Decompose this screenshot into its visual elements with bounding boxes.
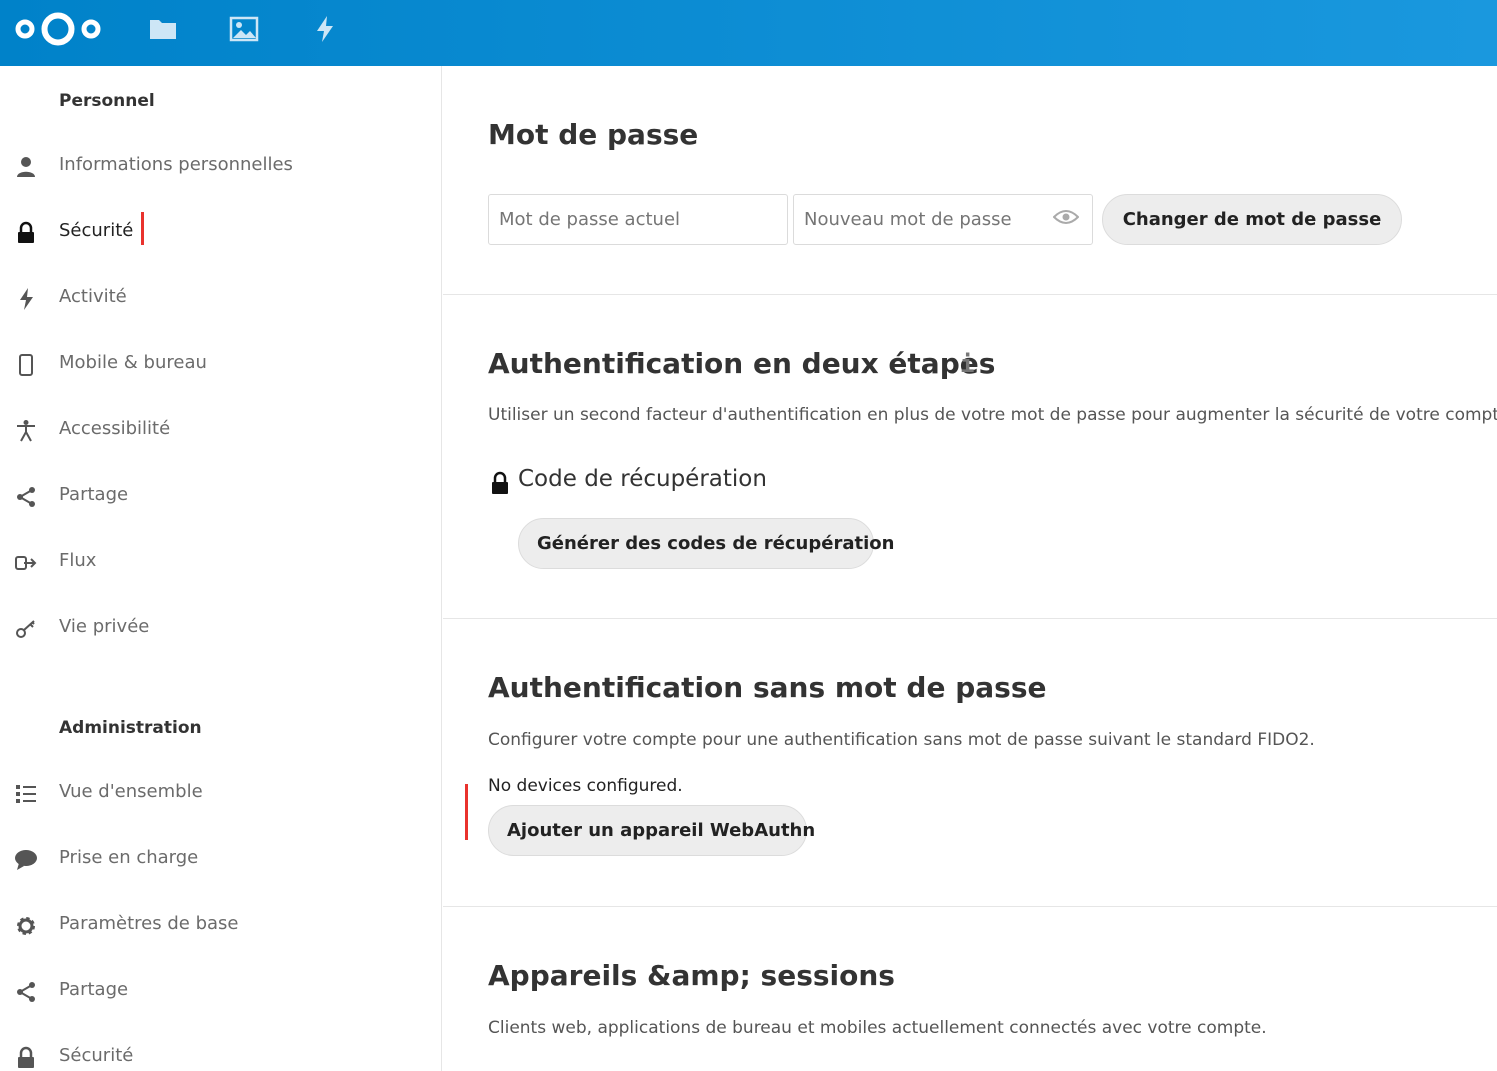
current-password-input[interactable] <box>488 194 788 245</box>
sidebar-item-flux[interactable]: Flux <box>0 538 441 588</box>
password-title: Mot de passe <box>488 118 699 151</box>
sidebar-item-label: Sécurité <box>59 220 134 241</box>
lock-icon <box>14 221 38 245</box>
phone-icon <box>14 353 38 377</box>
sidebar-item-label: Activité <box>59 286 127 307</box>
top-header <box>0 0 1497 66</box>
sidebar-item-accessibility[interactable]: Accessibilité <box>0 406 441 456</box>
sidebar-item-privacy[interactable]: Vie privée <box>0 604 441 654</box>
admin-heading: Administration <box>59 718 202 738</box>
gear-icon <box>14 914 38 938</box>
share-icon <box>14 980 38 1004</box>
sidebar-item-label: Sécurité <box>59 1045 134 1066</box>
eye-icon[interactable] <box>1053 208 1079 226</box>
settings-sidebar: Personnel Informations personnelles Sécu… <box>0 66 442 1071</box>
files-icon[interactable] <box>148 14 178 44</box>
key-icon <box>14 617 38 641</box>
sidebar-item-admin-security[interactable]: Sécurité <box>0 1033 441 1071</box>
list-icon <box>14 782 38 806</box>
photos-icon[interactable] <box>229 14 259 44</box>
lightning-icon <box>14 287 38 311</box>
recovery-code-title: Code de récupération <box>518 466 767 492</box>
twofactor-description: Utiliser un second facteur d'authentific… <box>488 405 1497 425</box>
activity-icon[interactable] <box>310 14 340 44</box>
passwordless-description: Configurer votre compte pour une authent… <box>488 730 1315 750</box>
lock-icon <box>14 1046 38 1070</box>
nextcloud-logo[interactable] <box>12 8 104 50</box>
active-indicator <box>141 212 144 245</box>
share-icon <box>14 485 38 509</box>
error-marker <box>465 784 468 840</box>
sidebar-item-security[interactable]: Sécurité <box>0 208 441 258</box>
sidebar-item-personal-info[interactable]: Informations personnelles <box>0 142 441 192</box>
personal-heading: Personnel <box>59 91 155 111</box>
user-icon <box>14 155 38 179</box>
main-content: Mot de passe Changer de mot de passe Aut… <box>443 66 1497 1071</box>
sidebar-item-sharing[interactable]: Partage <box>0 472 441 522</box>
sidebar-item-support[interactable]: Prise en charge <box>0 835 441 885</box>
sessions-title: Appareils &amp; sessions <box>488 959 895 992</box>
flux-icon <box>14 551 38 575</box>
sidebar-item-label: Informations personnelles <box>59 154 293 175</box>
sessions-description: Clients web, applications de bureau et m… <box>488 1018 1267 1038</box>
sidebar-item-label: Prise en charge <box>59 847 199 868</box>
sidebar-item-label: Partage <box>59 979 129 1000</box>
twofactor-title: Authentification en deux étapes <box>488 347 996 380</box>
sidebar-item-basic-settings[interactable]: Paramètres de base <box>0 901 441 951</box>
password-section: Mot de passe Changer de mot de passe <box>443 66 1497 295</box>
info-icon[interactable]: i <box>960 350 982 378</box>
add-webauthn-device-button[interactable]: Ajouter un appareil WebAuthn <box>488 805 815 856</box>
sidebar-item-mobile-desktop[interactable]: Mobile & bureau <box>0 340 441 390</box>
lock-icon <box>492 471 508 494</box>
generate-recovery-codes-button[interactable]: Générer des codes de récupération <box>518 518 894 569</box>
sessions-section: Appareils &amp; sessions Clients web, ap… <box>443 907 1497 1071</box>
twofactor-section: Authentification en deux étapes Utiliser… <box>443 295 1497 619</box>
chat-bubble-icon <box>14 848 38 872</box>
sidebar-item-label: Paramètres de base <box>59 913 239 934</box>
passwordless-title: Authentification sans mot de passe <box>488 671 1047 704</box>
sidebar-item-label: Flux <box>59 550 97 571</box>
passwordless-section: Authentification sans mot de passe Confi… <box>443 619 1497 907</box>
sidebar-item-label: Accessibilité <box>59 418 171 439</box>
sidebar-item-label: Mobile & bureau <box>59 352 207 373</box>
sidebar-item-label: Vie privée <box>59 616 150 637</box>
sidebar-item-activity[interactable]: Activité <box>0 274 441 324</box>
accessibility-icon <box>14 419 38 443</box>
sidebar-item-admin-sharing[interactable]: Partage <box>0 967 441 1017</box>
change-password-button[interactable]: Changer de mot de passe <box>1102 194 1402 245</box>
new-password-input[interactable] <box>793 194 1093 245</box>
no-devices-text: No devices configured. <box>488 776 683 796</box>
sidebar-item-overview[interactable]: Vue d'ensemble <box>0 769 441 819</box>
sidebar-item-label: Vue d'ensemble <box>59 781 203 802</box>
sidebar-item-label: Partage <box>59 484 129 505</box>
